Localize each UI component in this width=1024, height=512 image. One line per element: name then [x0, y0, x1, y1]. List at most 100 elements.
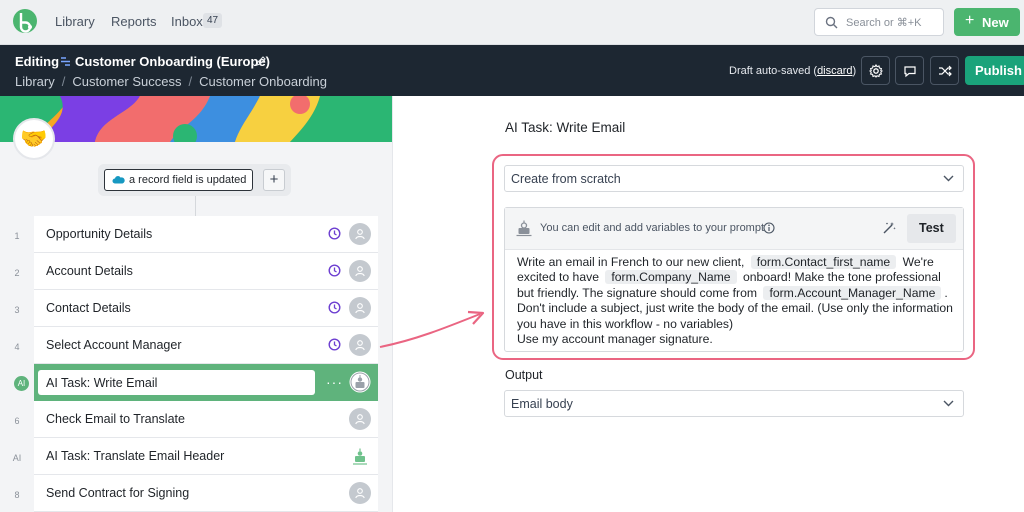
- step-item-check-email-to-translate[interactable]: Check Email to Translate: [34, 401, 378, 438]
- output-select-value: Email body: [511, 397, 573, 411]
- assignee-avatar[interactable]: [349, 334, 371, 356]
- prompt-text-segment: Use my account manager signature.: [517, 332, 713, 347]
- more-options-icon[interactable]: ···: [326, 374, 343, 390]
- step-number: 3: [14, 305, 20, 315]
- search-placeholder: Search or ⌘+K: [846, 17, 922, 29]
- clock-icon: [328, 264, 341, 277]
- ai-bot-avatar-icon: [353, 448, 367, 465]
- test-button[interactable]: Test: [907, 214, 956, 243]
- annotation-arrow: [379, 310, 485, 348]
- assignee-avatar[interactable]: [349, 223, 371, 245]
- breadcrumb-customer-onboarding[interactable]: Customer Onboarding: [199, 74, 327, 89]
- step-number: 8: [14, 490, 20, 500]
- step-connector-line: [195, 196, 196, 216]
- prompt-text[interactable]: Write an email in French to our new clie…: [517, 255, 957, 347]
- edit-title-pencil-icon[interactable]: [256, 56, 266, 66]
- step-number: 4: [14, 342, 20, 352]
- user-icon: [355, 488, 365, 499]
- ai-bot-avatar-icon: [349, 371, 371, 393]
- clock-icon: [328, 301, 341, 314]
- gear-icon: [869, 64, 883, 78]
- step-number: 1: [14, 231, 20, 241]
- breadcrumb-separator: /: [188, 74, 193, 89]
- step-item-opportunity-details[interactable]: Opportunity Details: [34, 216, 378, 253]
- draft-status: Draft auto-saved (discard): [729, 65, 857, 77]
- ai-step-badge: AI: [14, 376, 29, 391]
- comments-button[interactable]: [895, 56, 924, 85]
- user-icon: [355, 303, 365, 314]
- chevron-down-icon: [943, 175, 954, 182]
- draft-status-text: Draft auto-saved: [729, 65, 811, 77]
- step-number: 2: [14, 268, 20, 278]
- inbox-count-badge: 47: [203, 13, 223, 28]
- breadcrumb: Library / Customer Success / Customer Onboar…: [15, 74, 327, 89]
- new-button-label: New: [982, 15, 1009, 30]
- editing-bar: Editing Customer Onboarding (Europe) Lib…: [0, 45, 1024, 96]
- assignee-avatar[interactable]: [349, 260, 371, 282]
- step-label: Send Contract for Signing: [46, 486, 190, 500]
- chevron-down-icon: [943, 400, 954, 407]
- variable-chip[interactable]: form.Account_Manager_Name: [763, 285, 942, 300]
- output-select[interactable]: Email body: [504, 390, 964, 417]
- breadcrumb-customer-success[interactable]: Customer Success: [72, 74, 181, 89]
- prompt-hint: You can edit and add variables to your p…: [540, 222, 765, 234]
- handshake-icon: 🤝: [13, 118, 55, 160]
- top-nav: Library Reports Inbox 47 Search or ⌘+K +…: [0, 0, 1024, 45]
- flow-title: Customer Onboarding (Europe): [75, 54, 270, 69]
- info-icon[interactable]: [763, 222, 775, 234]
- step-item-select-account-manager[interactable]: Select Account Manager: [34, 327, 378, 364]
- nav-reports-link[interactable]: Reports: [111, 14, 157, 29]
- mode-select-value: Create from scratch: [511, 172, 621, 186]
- user-icon: [355, 229, 365, 240]
- variable-chip[interactable]: form.Company_Name: [605, 270, 737, 285]
- step-label: Select Account Manager: [46, 338, 182, 352]
- search-icon: [825, 16, 838, 29]
- breadcrumb-library[interactable]: Library: [15, 74, 55, 89]
- search-input[interactable]: Search or ⌘+K: [814, 8, 944, 36]
- clock-icon: [328, 227, 341, 240]
- settings-button[interactable]: [861, 56, 890, 85]
- assignee-avatar[interactable]: [349, 297, 371, 319]
- nav-library-link[interactable]: Library: [55, 14, 95, 29]
- publish-button[interactable]: Publish: [965, 56, 1024, 85]
- step-label: Account Details: [46, 264, 133, 278]
- test-button-label: Test: [919, 221, 944, 235]
- discard-link[interactable]: discard: [817, 65, 852, 77]
- step-item-ai-task-write-email[interactable]: AI Task: Write Email ···: [34, 364, 378, 401]
- step-label-input[interactable]: AI Task: Write Email: [38, 370, 315, 395]
- publish-button-label: Publish: [975, 63, 1022, 78]
- plus-icon: +: [965, 12, 975, 29]
- step-item-contact-details[interactable]: Contact Details: [34, 290, 378, 327]
- prompt-text-segment: Write an email in French to our new clie…: [517, 255, 745, 269]
- step-label: Check Email to Translate: [46, 412, 185, 426]
- flow-banner-image: [0, 96, 392, 142]
- assignee-avatar[interactable]: [349, 482, 371, 504]
- shuffle-button[interactable]: [930, 56, 959, 85]
- mode-select[interactable]: Create from scratch: [504, 165, 964, 192]
- chat-bubble-icon: [904, 66, 916, 78]
- step-label: AI Task: Write Email: [46, 376, 158, 390]
- step-number: AI: [12, 453, 22, 463]
- app-logo-icon[interactable]: [12, 8, 38, 34]
- trigger-pill[interactable]: a record field is updated: [104, 169, 253, 191]
- breadcrumb-separator: /: [61, 74, 66, 89]
- step-item-account-details[interactable]: Account Details: [34, 253, 378, 290]
- variable-chip[interactable]: form.Contact_first_name: [750, 255, 897, 269]
- magic-wand-icon[interactable]: [882, 221, 896, 235]
- step-label: Contact Details: [46, 301, 131, 315]
- workflow-icon: [61, 57, 70, 66]
- user-icon: [355, 266, 365, 277]
- trigger-container: a record field is updated +: [98, 164, 291, 196]
- user-icon: [355, 340, 365, 351]
- user-icon: [355, 414, 365, 425]
- clock-icon: [328, 338, 341, 351]
- assignee-avatar[interactable]: [349, 408, 371, 430]
- nav-inbox-link[interactable]: Inbox: [171, 14, 203, 29]
- prompt-editor[interactable]: You can edit and add variables to your p…: [504, 207, 964, 352]
- trigger-label: a record field is updated: [129, 174, 247, 186]
- step-item-send-contract-for-signing[interactable]: Send Contract for Signing: [34, 475, 378, 512]
- prompt-toolbar: You can edit and add variables to your p…: [505, 208, 963, 250]
- add-trigger-button[interactable]: +: [263, 169, 285, 191]
- new-button[interactable]: + New: [954, 8, 1020, 36]
- step-item-ai-task-translate-email-header[interactable]: AI Task: Translate Email Header: [34, 438, 378, 475]
